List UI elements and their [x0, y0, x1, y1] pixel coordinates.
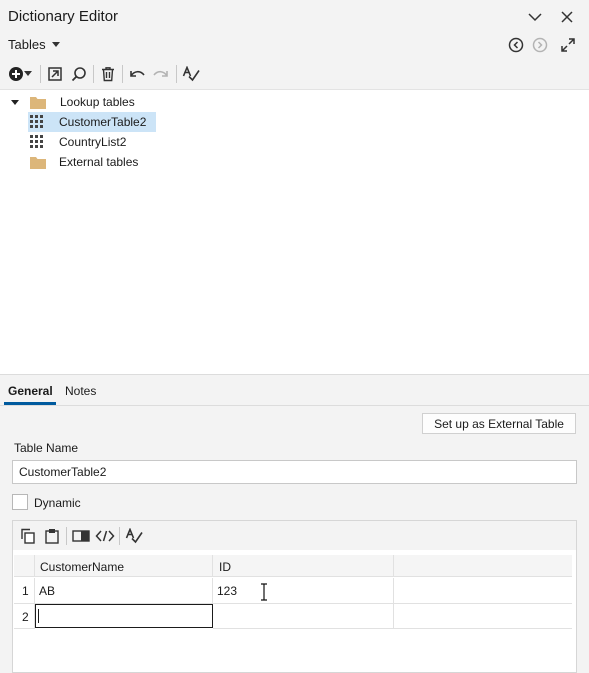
toolbar-separator	[122, 65, 123, 83]
copy-icon[interactable]	[18, 526, 38, 546]
grid-cell-id[interactable]	[213, 604, 394, 629]
tree-item-external-tables[interactable]: External tables	[30, 152, 170, 172]
ibeam-cursor-icon	[260, 583, 268, 604]
grid-header-id[interactable]: ID	[213, 555, 394, 577]
grid-cell-id[interactable]: 123	[213, 578, 394, 604]
tab-notes[interactable]: Notes	[65, 384, 96, 398]
table-icon	[30, 115, 43, 128]
dynamic-checkbox[interactable]	[12, 494, 28, 510]
grid-row-number: 2	[14, 604, 35, 629]
grid-row-number: 1	[14, 578, 35, 604]
text-cursor	[38, 609, 39, 623]
tree-item-countrylist2[interactable]: CountryList2	[28, 132, 156, 152]
grid-corner-cell	[14, 555, 35, 577]
tree-item-customertable2[interactable]: CustomerTable2	[28, 112, 156, 132]
close-icon[interactable]	[558, 8, 576, 26]
tree-item-label: Lookup tables	[60, 95, 135, 109]
tables-dropdown[interactable]: Tables	[8, 37, 60, 52]
add-dropdown-icon[interactable]	[23, 64, 33, 84]
grid-cell-empty	[394, 578, 572, 604]
expand-icon[interactable]	[558, 35, 578, 55]
grid-header-empty	[394, 555, 572, 577]
paste-icon[interactable]	[42, 526, 62, 546]
toolbar-separator	[66, 527, 67, 545]
table-icon	[30, 135, 43, 148]
setup-external-table-button[interactable]: Set up as External Table	[422, 413, 576, 434]
go-to-icon[interactable]	[45, 64, 65, 84]
grid-cell-editor[interactable]	[35, 604, 213, 628]
dynamic-label: Dynamic	[34, 496, 81, 510]
search-icon[interactable]	[69, 64, 89, 84]
expand-arrow-icon[interactable]	[10, 97, 20, 107]
dropdown-arrow-icon	[51, 41, 60, 47]
tab-general[interactable]: General	[8, 384, 53, 398]
folder-icon	[30, 156, 46, 169]
sub-bar	[0, 33, 589, 57]
forward-circle-icon[interactable]	[530, 35, 550, 55]
grid-header-customername[interactable]: CustomerName	[35, 555, 213, 577]
table-name-field[interactable]: CustomerTable2	[12, 460, 577, 484]
window-title: Dictionary Editor	[8, 8, 119, 25]
tables-dropdown-label: Tables	[8, 37, 46, 52]
toolbar-separator	[119, 527, 120, 545]
tree-item-label: CountryList2	[59, 135, 127, 149]
spell-check-icon[interactable]	[181, 64, 201, 84]
toolbar-separator	[176, 65, 177, 83]
code-icon[interactable]	[95, 526, 115, 546]
tree-item-label: CustomerTable2	[59, 115, 147, 129]
tree-item-lookup-tables[interactable]: Lookup tables	[8, 92, 158, 112]
grid-cell-empty	[394, 604, 572, 629]
back-circle-icon[interactable]	[506, 35, 526, 55]
toolbar-separator	[93, 65, 94, 83]
spell-check-icon[interactable]	[124, 526, 144, 546]
toolbar-separator	[40, 65, 41, 83]
insert-column-icon[interactable]	[71, 526, 91, 546]
tree-item-label: External tables	[59, 155, 139, 169]
grid-cell-customername[interactable]: AB	[35, 578, 213, 604]
tab-divider	[0, 405, 589, 406]
delete-icon[interactable]	[98, 64, 118, 84]
redo-icon[interactable]	[151, 64, 171, 84]
chevron-down-icon[interactable]	[526, 8, 544, 26]
table-name-label: Table Name	[14, 441, 79, 455]
folder-icon	[30, 96, 46, 109]
undo-icon[interactable]	[127, 64, 147, 84]
